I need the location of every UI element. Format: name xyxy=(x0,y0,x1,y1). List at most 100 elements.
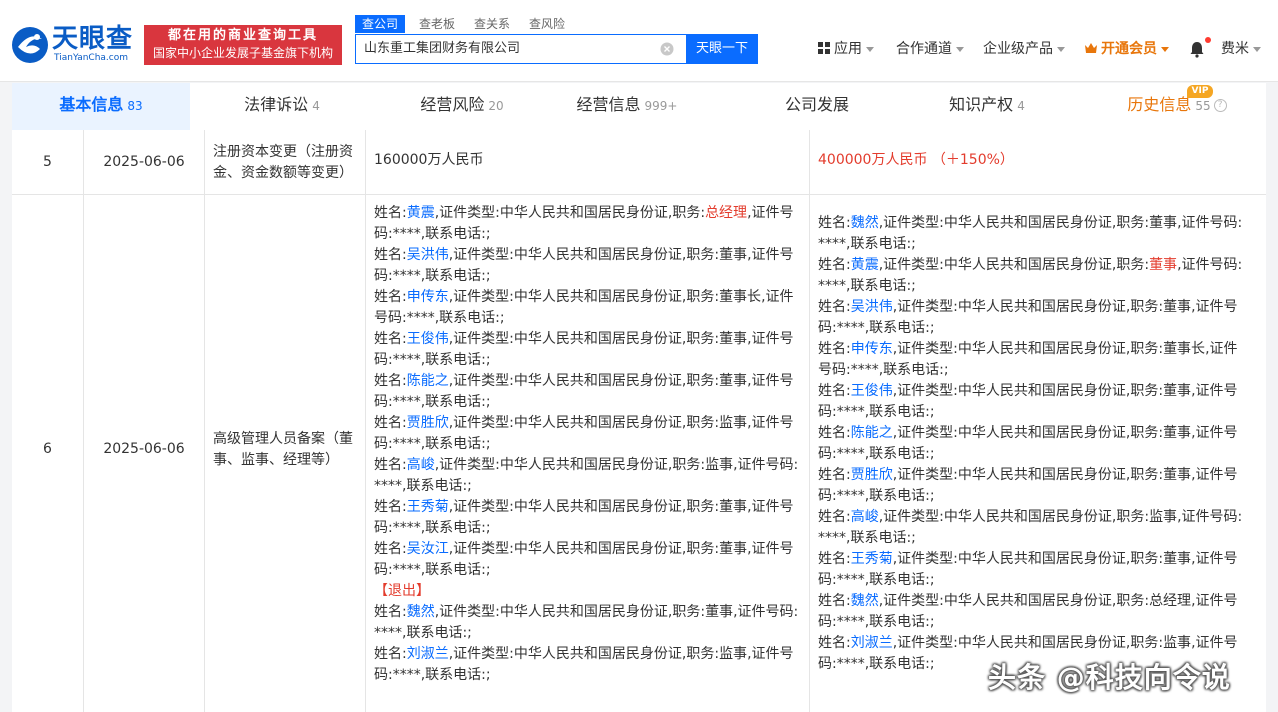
person-name-link[interactable]: 刘淑兰 xyxy=(407,646,449,662)
search-button[interactable]: 天眼一下 xyxy=(686,34,758,64)
person-entry: 姓名:吴洪伟,证件类型:中华人民共和国居民身份证,职务:董事,证件号 码:****… xyxy=(818,297,1258,339)
entry-text: 姓名: xyxy=(818,215,851,231)
person-role: 监事 xyxy=(719,646,748,662)
entry-text: 姓名: xyxy=(818,551,851,567)
entry-text: 姓名: xyxy=(374,247,407,263)
person-name-link[interactable]: 高峻 xyxy=(851,509,879,525)
entry-text: ,证件类型:中华人民共和国居民身份证,职务: xyxy=(448,499,720,515)
entry-text: ,证件号码: xyxy=(1177,257,1243,273)
entry-text: ,证件号 xyxy=(747,541,794,557)
chevron-down-icon xyxy=(1057,46,1065,52)
person-name-link[interactable]: 申传东 xyxy=(407,289,449,305)
entry-text: ,证件类型:中华人民共和国居民身份证,职务: xyxy=(892,467,1164,483)
entry-text: 姓名: xyxy=(818,593,851,609)
nav-enterprise[interactable]: 企业级产品 xyxy=(983,38,1065,60)
person-name-link[interactable]: 黄震 xyxy=(407,205,435,221)
person-name-link[interactable]: 贾胜欣 xyxy=(851,467,893,483)
entry-text: ,证件类型:中华人民共和国居民身份证,职务: xyxy=(892,635,1164,651)
person-entry: 姓名:陈能之,证件类型:中华人民共和国居民身份证,职务:董事,证件号 码:****… xyxy=(818,423,1258,465)
entry-text: ,证件号 xyxy=(1191,635,1238,651)
tab-history[interactable]: 历史信息 55? xyxy=(1097,83,1257,130)
top-header: 天眼查 TianYanCha.com 都在用的商业查询工具 国家中小企业发展子基… xyxy=(0,0,1278,82)
change-history-table: 5 2025-06-06 注册资本变更（注册资 金、资金数额等变更） 160000… xyxy=(12,130,1266,712)
cell-item: 高级管理人员备案（董 事、监事、经理等） xyxy=(205,195,366,712)
entry-text: 姓名: xyxy=(374,331,407,347)
entry-text: 姓名: xyxy=(374,646,407,662)
person-name-link[interactable]: 刘淑兰 xyxy=(851,635,893,651)
nav-member[interactable]: 开通会员 xyxy=(1084,38,1169,60)
person-name-link[interactable]: 黄震 xyxy=(851,257,879,273)
entry-text: 姓名: xyxy=(818,467,851,483)
tab-legal[interactable]: 法律诉讼 4 xyxy=(202,83,362,130)
person-name-link[interactable]: 高峻 xyxy=(407,457,435,473)
search-input[interactable] xyxy=(364,35,654,63)
person-name-link[interactable]: 吴洪伟 xyxy=(851,299,893,315)
person-name-link[interactable]: 陈能之 xyxy=(851,425,893,441)
entry-text: 姓名: xyxy=(818,509,851,525)
entry-text: ,证件号 xyxy=(1191,551,1238,567)
person-name-link[interactable]: 魏然 xyxy=(407,604,435,620)
person-name-link[interactable]: 吴洪伟 xyxy=(407,247,449,263)
entry-text: 姓名: xyxy=(818,635,851,651)
item-text: 注册资本变更（注册资 金、资金数额等变更） xyxy=(213,144,353,181)
search-tab-relation[interactable]: 查关系 xyxy=(474,15,510,33)
person-list: 姓名:黄震,证件类型:中华人民共和国居民身份证,职务:总经理,证件号 码:****… xyxy=(366,203,809,686)
person-name-link[interactable]: 陈能之 xyxy=(407,373,449,389)
person-name-link[interactable]: 魏然 xyxy=(851,593,879,609)
entry-text: 姓名: xyxy=(374,205,407,221)
entry-text: 码:****,联系电话:; xyxy=(818,572,935,588)
entry-text: ,证件号 xyxy=(1191,383,1238,399)
person-role: 董事 xyxy=(719,247,748,263)
search-tab-risk[interactable]: 查风险 xyxy=(529,15,565,33)
section-tabs: 基本信息 83 法律诉讼 4 经营风险 20 经营信息 999+ 公司发展 知识产权 4 … xyxy=(12,83,1266,130)
clear-icon[interactable] xyxy=(660,42,674,56)
nav-channel[interactable]: 合作通道 xyxy=(896,38,964,60)
entry-text: 码:****,联系电话:; xyxy=(374,520,491,536)
person-name-link[interactable]: 王俊伟 xyxy=(851,383,893,399)
person-role: 监事 xyxy=(1163,635,1192,651)
tab-basic-info[interactable]: 基本信息 83 xyxy=(12,83,190,130)
entry-text: ****,联系电话:; xyxy=(818,530,916,546)
entry-text: ,证件号 xyxy=(1191,425,1238,441)
entry-text: ,证件类型:中华人民共和国居民身份证,职务: xyxy=(878,257,1150,273)
chevron-down-icon xyxy=(1253,46,1261,52)
tab-risk[interactable]: 经营风险 20 xyxy=(372,83,552,130)
tab-count: 20 xyxy=(488,99,504,113)
nav-user[interactable]: 费米 xyxy=(1221,38,1261,60)
cell-after: 姓名:魏然,证件类型:中华人民共和国居民身份证,职务:董事,证件号码: ****,… xyxy=(810,195,1266,712)
person-name-link[interactable]: 申传东 xyxy=(851,341,893,357)
help-icon[interactable]: ? xyxy=(1213,99,1227,112)
person-entry: 姓名:申传东,证件类型:中华人民共和国居民身份证,职务:董事长,证件 号码:***… xyxy=(818,339,1258,381)
entry-text: ****,联系电话:; xyxy=(374,478,472,494)
entry-text: 码:****,联系电话:; xyxy=(374,436,491,452)
logo-text: 天眼查 xyxy=(52,24,134,54)
entry-text: 姓名: xyxy=(374,373,407,389)
person-entry: 姓名:申传东,证件类型:中华人民共和国居民身份证,职务:董事长,证件 号码:***… xyxy=(374,287,801,329)
person-name-link[interactable]: 王秀菊 xyxy=(407,499,449,515)
tab-development[interactable]: 公司发展 xyxy=(742,83,892,130)
person-name-link[interactable]: 魏然 xyxy=(851,215,879,231)
person-name-link[interactable]: 吴汝江 xyxy=(407,541,449,557)
person-entry: 姓名:王俊伟,证件类型:中华人民共和国居民身份证,职务:董事,证件号 码:****… xyxy=(818,381,1258,423)
entry-text: 姓名: xyxy=(374,415,407,431)
bell-icon[interactable] xyxy=(1189,41,1205,58)
person-name-link[interactable]: 贾胜欣 xyxy=(407,415,449,431)
entry-text: 码:****,联系电话:; xyxy=(818,446,935,462)
entry-text: ,证件类型:中华人民共和国居民身份证,职务: xyxy=(434,457,706,473)
entry-text: ,证件 xyxy=(1205,341,1238,357)
tab-label: 经营风险 xyxy=(420,95,485,114)
person-role: 董事 xyxy=(719,499,748,515)
tab-business[interactable]: 经营信息 999+ xyxy=(552,83,702,130)
entry-text: 姓名: xyxy=(818,341,851,357)
entry-text: ,证件类型:中华人民共和国居民身份证,职务: xyxy=(434,205,706,221)
promo-banner[interactable]: 都在用的商业查询工具 国家中小企业发展子基金旗下机构 xyxy=(144,25,342,65)
nav-user-label: 费米 xyxy=(1221,41,1249,57)
person-name-link[interactable]: 王俊伟 xyxy=(407,331,449,347)
chevron-down-icon xyxy=(1161,46,1169,52)
tab-ip[interactable]: 知识产权 4 xyxy=(912,83,1062,130)
person-name-link[interactable]: 王秀菊 xyxy=(851,551,893,567)
search-tab-company[interactable]: 查公司 xyxy=(355,15,406,33)
site-logo[interactable]: 天眼查 TianYanCha.com xyxy=(10,25,138,65)
search-tab-boss[interactable]: 查老板 xyxy=(419,15,455,33)
nav-app[interactable]: 应用 xyxy=(818,38,874,60)
